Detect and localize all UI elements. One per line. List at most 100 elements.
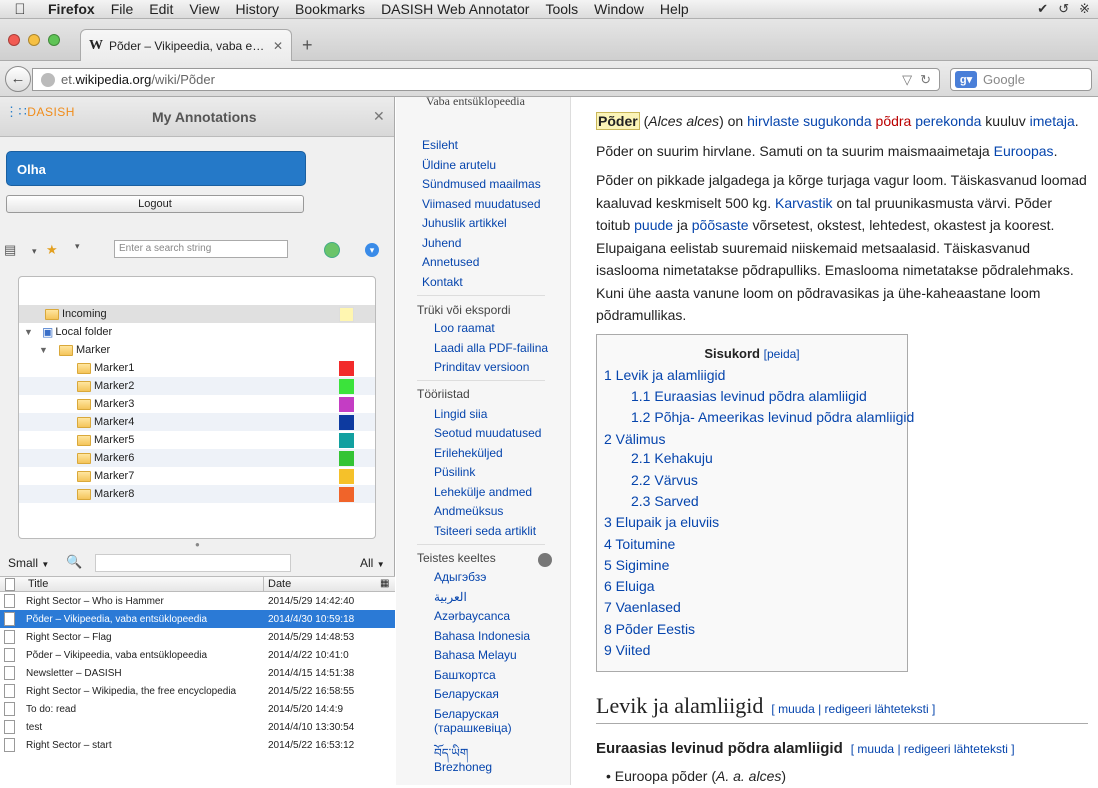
- menu-edit[interactable]: Edit: [141, 1, 181, 17]
- filter-select[interactable]: All ▼: [360, 556, 385, 570]
- tree-item-marker-5[interactable]: Marker5: [19, 431, 375, 449]
- toc-item[interactable]: 7 Vaenlased: [604, 596, 681, 619]
- user-name[interactable]: Olha: [6, 151, 306, 186]
- link[interactable]: hirvlaste: [747, 113, 799, 129]
- color-swatch[interactable]: [339, 397, 354, 412]
- link[interactable]: imetaja: [1030, 113, 1075, 129]
- toc-item[interactable]: 5 Sigimine: [604, 554, 669, 577]
- expand-arrow-icon[interactable]: ▼: [39, 345, 59, 355]
- nav-link[interactable]: Andmeüksus: [434, 504, 503, 518]
- tree-item-marker-1[interactable]: Marker1: [19, 359, 375, 377]
- edit-section-link[interactable]: [ muuda | redigeeri lähteteksti ]: [771, 702, 935, 716]
- minimize-window-button[interactable]: [28, 34, 40, 46]
- color-swatch[interactable]: [339, 487, 354, 502]
- toc-item[interactable]: 1.1 Euraasias levinud põdra alamliigid: [631, 385, 867, 408]
- lang-link[interactable]: Беларуская: [434, 707, 499, 721]
- menu-bookmarks[interactable]: Bookmarks: [287, 1, 373, 17]
- nav-link[interactable]: Prinditav versioon: [434, 360, 529, 374]
- toc-item[interactable]: 1 Levik ja alamliigid: [604, 364, 725, 387]
- menu-file[interactable]: File: [103, 1, 142, 17]
- tree-item-marker-2[interactable]: Marker2: [19, 377, 375, 395]
- back-button[interactable]: ←: [5, 66, 31, 92]
- toc-item[interactable]: 4 Toitumine: [604, 533, 675, 556]
- nav-link[interactable]: Kontakt: [422, 275, 463, 289]
- annotation-row[interactable]: Newsletter – DASISH 2014/4/15 14:51:38: [0, 664, 395, 682]
- lang-link[interactable]: Bahasa Melayu: [434, 648, 517, 662]
- annotated-highlight[interactable]: Põder: [596, 112, 640, 130]
- color-swatch[interactable]: [339, 379, 354, 394]
- tree-item-marker-4[interactable]: Marker4: [19, 413, 375, 431]
- nav-link[interactable]: Tsiteeri seda artiklit: [434, 524, 536, 538]
- red-link[interactable]: põdra: [876, 113, 912, 129]
- menu-view[interactable]: View: [181, 1, 227, 17]
- toc-item[interactable]: 2.3 Sarved: [631, 490, 699, 513]
- nav-link[interactable]: Laadi alla PDF-failina: [434, 341, 548, 355]
- folder-dropdown-icon[interactable]: ▾: [75, 241, 80, 252]
- lang-link[interactable]: Bahasa Indonesia: [434, 629, 530, 643]
- color-swatch[interactable]: [339, 415, 354, 430]
- toc-item[interactable]: 9 Viited: [604, 639, 650, 662]
- link[interactable]: puude: [634, 217, 673, 233]
- color-swatch[interactable]: [339, 307, 354, 322]
- new-folder-icon[interactable]: ★: [46, 242, 58, 258]
- nav-link[interactable]: Seotud muudatused: [434, 426, 541, 440]
- lang-link[interactable]: Башҡортса: [434, 668, 496, 682]
- color-swatch[interactable]: [339, 451, 354, 466]
- lang-link[interactable]: Адыгэбзэ: [434, 570, 486, 584]
- annotation-row[interactable]: test 2014/4/10 13:30:54: [0, 718, 395, 736]
- color-swatch[interactable]: [339, 361, 354, 376]
- menu-dasish[interactable]: DASISH Web Annotator: [373, 1, 537, 17]
- dropdown-arrow-icon[interactable]: ▽: [902, 72, 912, 88]
- nav-link[interactable]: Loo raamat: [434, 321, 495, 335]
- tree-item-marker[interactable]: ▼ Marker: [19, 341, 375, 359]
- options-dropdown-icon[interactable]: ▾: [365, 243, 379, 257]
- close-tab-icon[interactable]: ✕: [273, 39, 283, 53]
- link[interactable]: Karvastik: [775, 195, 833, 211]
- toc-item[interactable]: 2.1 Kehakuju: [631, 447, 713, 470]
- annotation-row[interactable]: Põder – Vikipeedia, vaba entsüklopeedia 2…: [0, 646, 395, 664]
- date-column-header[interactable]: Date: [268, 578, 291, 590]
- search-icon[interactable]: 🔍: [66, 554, 82, 570]
- menu-app[interactable]: Firefox: [40, 1, 103, 17]
- link[interactable]: Euroopas: [994, 143, 1054, 159]
- annotation-row[interactable]: Right Sector – Who is Hammer 2014/5/29 14…: [0, 592, 395, 610]
- annotation-row[interactable]: To do: read 2014/5/20 14:4:9: [0, 700, 395, 718]
- browser-tab[interactable]: W Põder – Vikipeedia, vaba e… ✕: [80, 29, 292, 61]
- menu-history[interactable]: History: [227, 1, 287, 17]
- toc-item[interactable]: 2.2 Värvus: [631, 469, 698, 492]
- link[interactable]: perekonda: [915, 113, 981, 129]
- tree-item-incoming[interactable]: Incoming: [19, 305, 375, 323]
- toc-item[interactable]: 3 Elupaik ja eluviis: [604, 511, 719, 534]
- color-swatch[interactable]: [339, 469, 354, 484]
- gear-icon[interactable]: [538, 553, 552, 567]
- time-machine-icon[interactable]: ↺: [1058, 1, 1069, 17]
- toc-item[interactable]: 8 Põder Eestis: [604, 618, 695, 641]
- nav-link[interactable]: Lehekülje andmed: [434, 485, 532, 499]
- nav-link[interactable]: Üldine arutelu: [422, 158, 496, 172]
- link[interactable]: põõsaste: [692, 217, 749, 233]
- annotation-row[interactable]: Right Sector – Flag 2014/5/29 14:48:53: [0, 628, 395, 646]
- nav-link[interactable]: Püsilink: [434, 465, 475, 479]
- toc-item[interactable]: 1.2 Põhja- Ameerikas levinud põdra alaml…: [631, 406, 914, 429]
- annotation-row[interactable]: Põder – Vikipeedia, vaba entsüklopeedia 2…: [0, 610, 395, 628]
- column-picker-icon[interactable]: ▦: [380, 578, 389, 589]
- layout-icon[interactable]: ▤: [4, 242, 16, 258]
- nav-link[interactable]: Erileheküljed: [434, 446, 503, 460]
- nav-link[interactable]: Annetused: [422, 255, 479, 269]
- nav-link[interactable]: Lingid siia: [434, 407, 487, 421]
- nav-link[interactable]: Juhuslik artikkel: [422, 216, 507, 230]
- annotation-search-input[interactable]: Enter a search string: [114, 240, 288, 258]
- zoom-window-button[interactable]: [48, 34, 60, 46]
- color-swatch[interactable]: [339, 433, 354, 448]
- search-bar[interactable]: g▾ Google: [950, 68, 1092, 91]
- nav-link[interactable]: Juhend: [422, 236, 461, 250]
- size-select[interactable]: Small ▼: [8, 556, 49, 570]
- tree-item-marker-6[interactable]: Marker6: [19, 449, 375, 467]
- menu-window[interactable]: Window: [586, 1, 652, 17]
- check-icon[interactable]: ✔: [1037, 1, 1048, 17]
- lang-link[interactable]: Azərbaycanca: [434, 609, 510, 623]
- apple-icon[interactable]: : [0, 1, 40, 18]
- refresh-icon[interactable]: [324, 242, 340, 258]
- title-column-header[interactable]: Title: [28, 578, 48, 590]
- toc-item[interactable]: 6 Eluiga: [604, 575, 655, 598]
